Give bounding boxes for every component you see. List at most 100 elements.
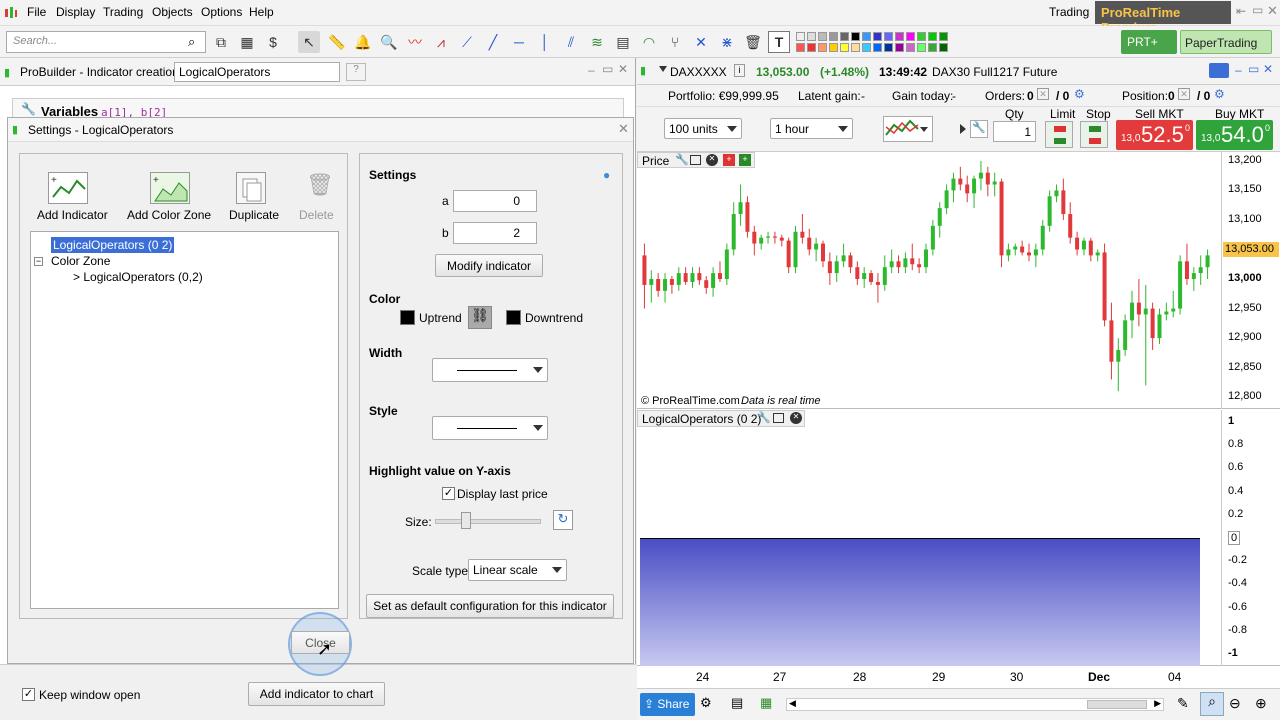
minimize-window-icon[interactable]: ⇤ [1236,4,1246,18]
trash-icon[interactable]: 🗑 [742,31,764,53]
price-add-order-icon[interactable]: + [723,154,735,166]
keyboard-icon[interactable] [1209,63,1229,78]
set-default-config-button[interactable]: Set as default configuration for this in… [366,594,614,618]
price-add-alert-icon[interactable]: + [739,154,751,166]
cross-tool-icon[interactable]: ✕ [690,31,712,53]
color-swatch[interactable] [829,32,838,41]
info-icon[interactable]: i [734,64,745,77]
chart-maximize-icon[interactable]: ▭ [1248,62,1259,76]
width-select[interactable] [432,358,548,382]
indicator-tools-icon[interactable]: ⚙ [700,695,712,711]
color-swatch[interactable] [884,32,893,41]
share-button[interactable]: ⇪ Share [640,693,695,716]
color-swatch[interactable] [939,32,948,41]
screener-icon[interactable]: ▦ [236,31,258,53]
auto-zoom-icon[interactable]: ⌕ [1200,692,1224,716]
duplicate-icon[interactable] [236,172,266,204]
arc-tool-icon[interactable]: ◠ [638,31,660,53]
color-swatch[interactable] [928,43,937,52]
price-chart[interactable]: Price 🔧 ✕ + + © ProRealTime.com Data is … [637,152,1280,409]
indicator-name-field[interactable]: LogicalOperators [174,62,340,82]
menu-file[interactable]: File [27,5,46,19]
scale-type-select[interactable]: Linear scale [468,559,567,581]
scroll-left-icon[interactable]: ◀ [789,698,796,709]
color-swatch[interactable] [884,43,893,52]
modify-indicator-button[interactable]: Modify indicator [435,254,543,277]
color-swatch[interactable] [851,32,860,41]
color-swatch[interactable] [807,43,816,52]
text-tool-icon[interactable]: T [768,31,790,53]
color-swatch[interactable] [895,32,904,41]
info-bubble-icon[interactable]: ● [603,168,610,182]
chart-close-icon[interactable]: ✕ [1263,62,1273,76]
menu-options[interactable]: Options [201,5,242,19]
downtrend-color-swatch[interactable] [506,310,521,325]
new-window-icon[interactable]: ⧉ [210,31,232,53]
color-swatch[interactable] [818,43,827,52]
add-color-zone-button[interactable]: Add Color Zone [127,208,211,222]
paper-trading-button[interactable]: PaperTrading [1180,30,1272,54]
color-swatch[interactable] [840,43,849,52]
chart-list-icon[interactable]: ▤ [731,695,743,711]
display-last-price-checkbox[interactable]: ✓ [442,487,455,500]
color-swatch[interactable] [895,43,904,52]
color-swatch[interactable] [928,32,937,41]
indicator-wrench-icon[interactable]: 🔧 [757,411,771,424]
color-swatch[interactable] [917,32,926,41]
horizontal-line-icon[interactable]: ─ [508,31,530,53]
order-wrench-icon[interactable]: 🔧 [970,120,988,138]
trendline-tool-icon[interactable]: ⟋ [456,31,478,53]
restore-window-icon[interactable]: ▭ [1252,3,1263,17]
color-swatch[interactable] [807,32,816,41]
indicator-window-icon[interactable] [773,413,784,423]
line-tool-icon[interactable]: ╱ [482,31,504,53]
color-swatch[interactable] [873,32,882,41]
b-spinner[interactable]: 2 [453,222,537,244]
sell-mkt-button[interactable]: 13,0 52.5 0 [1116,120,1193,150]
color-swatch[interactable] [906,32,915,41]
color-swatch[interactable] [818,32,827,41]
size-slider-track[interactable] [435,519,541,524]
add-indicator-button[interactable]: Add Indicator [37,208,108,222]
chart-type-icon[interactable] [883,116,933,142]
limit-order-icon[interactable] [1045,121,1073,148]
panel-minimize-icon[interactable]: – [588,63,595,77]
menu-trading[interactable]: Trading [103,5,143,19]
panel-maximize-icon[interactable]: ▭ [602,62,613,76]
color-swatch[interactable] [829,43,838,52]
price-window-icon[interactable] [690,155,701,165]
close-window-icon[interactable]: ✕ [1267,3,1278,19]
time-scrollbar[interactable]: ◀ ▶ [786,698,1164,711]
draw-tool-icon[interactable]: ✎ [1177,695,1189,712]
menu-display[interactable]: Display [56,5,95,19]
alarm-tool-icon[interactable]: 🔔 [352,31,374,53]
expand-order-icon[interactable] [960,124,966,134]
color-swatch[interactable] [939,43,948,52]
zigzag-tool-icon[interactable]: ⩘ [430,31,452,53]
alert-dollar-icon[interactable]: $ [262,31,284,53]
timeframe-select[interactable]: 1 hour [770,118,853,139]
price-remove-icon[interactable]: ✕ [706,154,718,166]
ruler-tool-icon[interactable]: 📏 [326,31,348,53]
search-input[interactable]: Search... [6,31,206,53]
tree-collapse-icon[interactable]: − [34,257,43,266]
tree-item-color-zone[interactable]: Color Zone [51,254,110,268]
size-slider-handle[interactable] [461,512,471,529]
a-spinner[interactable]: 0 [453,190,537,212]
color-swatch[interactable] [862,32,871,41]
color-swatch[interactable] [873,43,882,52]
retracement-tool-icon[interactable]: ▤ [612,31,634,53]
instrument-dropdown-icon[interactable] [659,66,667,72]
help-icon[interactable]: ? [346,63,366,81]
duplicate-button[interactable]: Duplicate [229,208,279,222]
channel-tool-icon[interactable]: ⫽ [560,31,582,53]
gann-tool-icon[interactable]: ⋇ [716,31,738,53]
indicator-chart[interactable]: LogicalOperators (0 2) 🔧 ✕ 1 0.8 0.6 0.4 0.2… [637,410,1280,666]
qty-input[interactable]: 1 [993,121,1036,142]
color-swatch[interactable] [917,43,926,52]
add-indicator-icon[interactable]: + [48,172,88,204]
chart-minimize-icon[interactable]: – [1235,63,1242,77]
prt-plus-button[interactable]: PRT+ [1121,30,1177,54]
orders-settings-icon[interactable]: ⚙ [1074,87,1085,101]
pitchfork-tool-icon[interactable]: ⑂ [664,31,686,53]
